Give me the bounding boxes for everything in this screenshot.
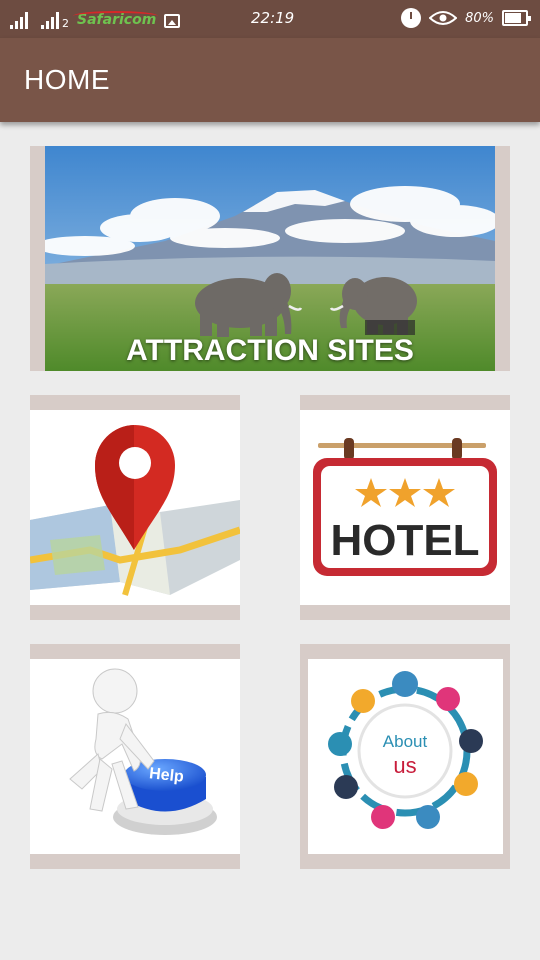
carrier-name: Safaricom <box>72 11 159 28</box>
hotel-sign-text: HOTEL <box>330 516 479 565</box>
battery-percent: 80% <box>465 10 494 26</box>
attraction-sites-image: ATTRACTION SITES <box>45 146 495 371</box>
about-us-tile[interactable]: About us <box>300 644 510 869</box>
alarm-icon <box>401 8 422 28</box>
page-title: HOME <box>24 64 110 95</box>
status-left: 2 Safaricom <box>10 9 181 29</box>
status-right: 80% <box>401 8 531 28</box>
about-us-people-icon: About us <box>328 671 483 829</box>
map-image <box>30 410 240 605</box>
map-pin-icon <box>30 425 240 596</box>
battery-icon <box>502 10 531 26</box>
map-tile[interactable] <box>30 395 240 620</box>
signal-sim1-icon <box>10 11 31 29</box>
hotel-tile[interactable]: HOTEL <box>300 395 510 620</box>
clock: 22:19 <box>251 9 295 27</box>
about-text-line1: About <box>383 732 428 751</box>
signal-sim2-icon: 2 <box>41 11 69 29</box>
attraction-sites-label: ATTRACTION SITES <box>126 334 414 367</box>
app-bar: HOME <box>0 38 540 122</box>
about-us-image: About us <box>308 659 503 854</box>
image-notification-icon <box>164 14 181 28</box>
hotel-sign-icon: HOTEL <box>313 438 497 576</box>
eye-comfort-icon <box>429 10 458 26</box>
help-button-text: Help <box>148 765 184 786</box>
attraction-sites-tile[interactable]: ATTRACTION SITES <box>30 146 510 371</box>
sim2-tag: 2 <box>62 17 69 30</box>
help-tile[interactable]: Help <box>30 644 240 869</box>
help-image: Help <box>30 659 240 854</box>
status-bar: 2 Safaricom 22:19 80% <box>0 0 540 38</box>
help-button-icon: Help <box>69 668 217 835</box>
about-text-line2: us <box>393 753 416 778</box>
hotel-image: HOTEL <box>300 410 510 605</box>
